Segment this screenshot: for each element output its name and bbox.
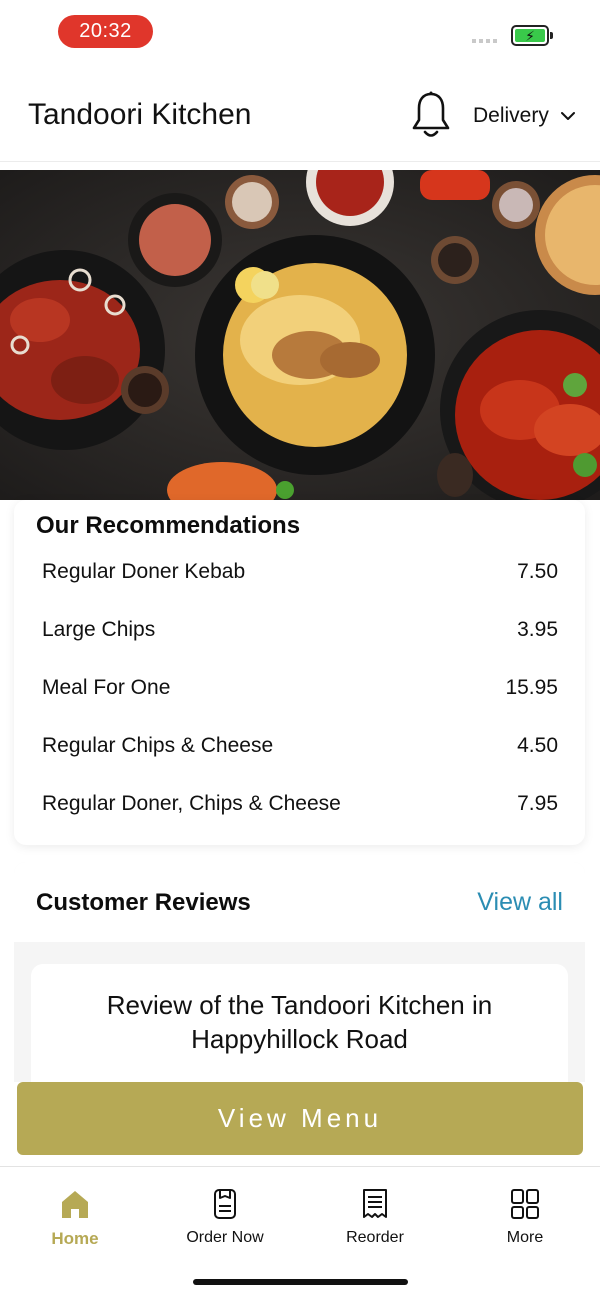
nav-label: Home — [51, 1229, 99, 1248]
nav-more[interactable]: More — [460, 1187, 590, 1247]
app-header: Tandoori Kitchen Delivery — [0, 62, 600, 162]
delivery-selector[interactable]: Delivery — [473, 104, 575, 128]
item-price: 3.95 — [517, 618, 558, 641]
item-name: Regular Doner Kebab — [42, 560, 246, 583]
view-menu-button[interactable]: View Menu — [17, 1082, 583, 1155]
food-photo — [0, 170, 600, 500]
nav-label: Order Now — [186, 1229, 264, 1246]
item-name: Meal For One — [42, 676, 171, 699]
item-name: Large Chips — [42, 618, 156, 641]
status-bar: 20:32 ⚡ — [0, 0, 600, 62]
nav-label: More — [506, 1229, 544, 1246]
reviews-section: Customer Reviews View all Review of the … — [14, 862, 585, 1082]
signal-icon — [472, 39, 497, 43]
item-price: 7.50 — [517, 560, 558, 583]
order-icon — [214, 1189, 236, 1219]
review-card[interactable]: Review of the Tandoori Kitchen in Happyh… — [31, 964, 568, 1082]
item-price: 7.95 — [517, 792, 558, 815]
nav-order-now[interactable]: Order Now — [160, 1187, 290, 1247]
recommendation-item[interactable]: Meal For One 15.95 — [42, 676, 558, 734]
recommendation-item[interactable]: Regular Doner, Chips & Cheese 7.95 — [42, 792, 558, 850]
review-heading: Review of the Tandoori Kitchen in Happyh… — [106, 990, 493, 1054]
bell-icon[interactable] — [410, 90, 452, 140]
item-name: Regular Chips & Cheese — [42, 734, 274, 757]
delivery-label: Delivery — [473, 104, 549, 127]
item-price: 4.50 — [517, 734, 558, 757]
reviews-title: Customer Reviews — [36, 889, 251, 916]
status-time: 20:32 — [58, 15, 153, 48]
recommendation-item[interactable]: Regular Chips & Cheese 4.50 — [42, 734, 558, 792]
home-indicator[interactable] — [193, 1279, 408, 1285]
nav-label: Reorder — [346, 1229, 404, 1246]
nav-reorder[interactable]: Reorder — [310, 1187, 440, 1247]
home-icon — [62, 1191, 88, 1218]
chevron-down-icon — [560, 112, 575, 120]
recommendation-item[interactable]: Large Chips 3.95 — [42, 618, 558, 676]
recommendations-card: Our Recommendations Regular Doner Kebab … — [14, 500, 585, 845]
recommendations-list: Regular Doner Kebab 7.50 Large Chips 3.9… — [42, 560, 558, 850]
bottom-nav: Home Order Now Reorder More — [0, 1166, 600, 1298]
nav-home[interactable]: Home — [10, 1187, 140, 1249]
restaurant-title: Tandoori Kitchen — [28, 98, 252, 131]
hero-food-image — [0, 170, 600, 500]
grid-icon — [511, 1189, 539, 1219]
battery-icon: ⚡ — [511, 25, 553, 46]
item-price: 15.95 — [505, 676, 558, 699]
view-all-reviews-link[interactable]: View all — [477, 888, 563, 917]
reviews-header: Customer Reviews View all — [14, 862, 585, 942]
item-name: Regular Doner, Chips & Cheese — [42, 792, 341, 815]
recommendation-item[interactable]: Regular Doner Kebab 7.50 — [42, 560, 558, 618]
recommendations-title: Our Recommendations — [36, 512, 301, 539]
receipt-icon — [363, 1189, 387, 1218]
